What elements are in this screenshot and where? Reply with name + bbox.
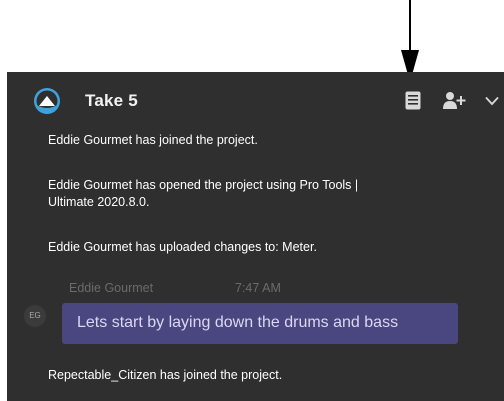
chat-panel: Take 5 Eddie Gourmet has joined the proj… [7,72,504,401]
system-message: Eddie Gourmet has uploaded changes to: M… [48,240,317,254]
system-message: Eddie Gourmet has joined the project. [48,133,258,147]
notes-icon[interactable] [405,91,421,110]
add-user-icon[interactable] [443,91,467,110]
chat-bubble-text: Lets start by laying down the drums and … [77,314,399,331]
system-message: Repectable_Citizen has joined the projec… [48,368,283,382]
project-title: Take 5 [85,91,138,110]
avatar: EG [24,305,46,327]
chat-message-meta: Eddie Gourmet 7:47 AM [69,281,281,295]
pro-tools-logo-icon [34,88,60,114]
system-message: Eddie Gourmet has opened the project usi… [48,178,359,209]
screenshot-stage: Take 5 Eddie Gourmet has joined the proj… [0,0,504,401]
chat-bubble: Lets start by laying down the drums and … [62,303,458,344]
chat-timestamp: 7:47 AM [235,281,281,295]
chat-sender-name: Eddie Gourmet [69,281,154,295]
chat-header: Take 5 [7,72,504,128]
chevron-down-icon[interactable] [485,96,499,106]
